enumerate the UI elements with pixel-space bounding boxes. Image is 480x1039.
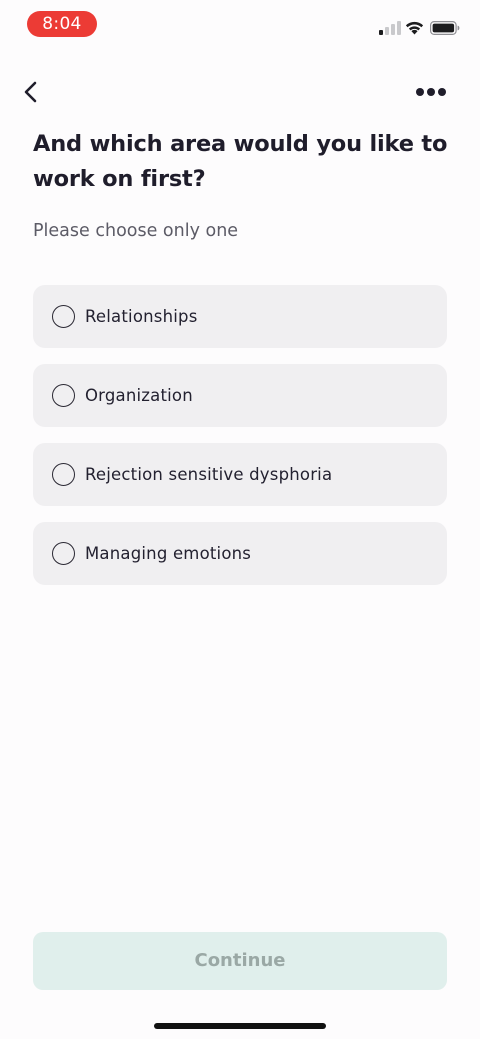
option-rejection-sensitive-dysphoria[interactable]: Rejection sensitive dysphoria xyxy=(33,443,447,506)
home-indicator[interactable] xyxy=(154,1023,326,1029)
cellular-signal-icon xyxy=(379,20,401,35)
option-label: Organization xyxy=(85,386,193,405)
battery-icon xyxy=(430,21,460,35)
option-managing-emotions[interactable]: Managing emotions xyxy=(33,522,447,585)
more-horizontal-icon[interactable] xyxy=(414,80,448,104)
radio-icon[interactable] xyxy=(52,542,75,565)
question-hint: Please choose only one xyxy=(33,221,239,241)
status-bar: 8:04 xyxy=(0,0,480,50)
option-relationships[interactable]: Relationships xyxy=(33,285,447,348)
question-title: And which area would you like to work on… xyxy=(33,131,448,192)
chevron-left-icon[interactable] xyxy=(18,78,44,106)
radio-icon[interactable] xyxy=(52,463,75,486)
options-list: Relationships Organization Rejection sen… xyxy=(33,285,447,601)
radio-icon[interactable] xyxy=(52,384,75,407)
continue-button[interactable]: Continue xyxy=(33,932,447,990)
radio-icon[interactable] xyxy=(52,305,75,328)
option-label: Rejection sensitive dysphoria xyxy=(85,465,333,484)
wifi-icon xyxy=(405,21,424,35)
option-organization[interactable]: Organization xyxy=(33,364,447,427)
status-time[interactable]: 8:04 xyxy=(27,11,97,37)
option-label: Relationships xyxy=(85,307,198,326)
screen: 8:04 And which area would you like to wo… xyxy=(0,0,480,1039)
option-label: Managing emotions xyxy=(85,544,252,563)
